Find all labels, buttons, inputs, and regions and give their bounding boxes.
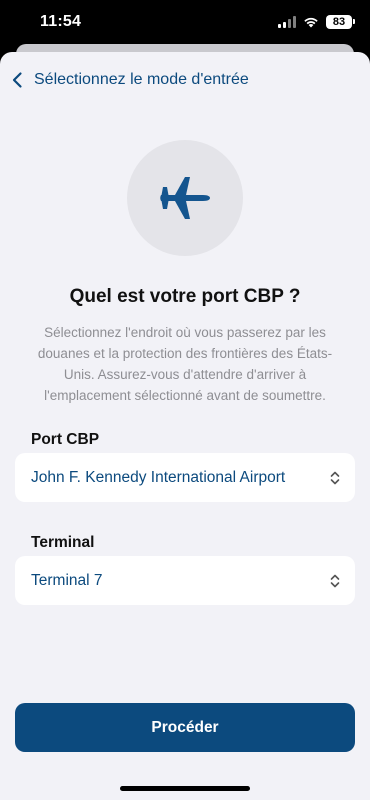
port-select-value: John F. Kennedy International Airport (31, 468, 286, 486)
cellular-signal-icon (278, 16, 296, 28)
battery-indicator: 83 (326, 15, 355, 29)
terminal-select[interactable]: Terminal 7 (15, 556, 355, 605)
chevron-left-icon (12, 72, 22, 88)
page-title: Quel est votre port CBP ? (69, 286, 301, 307)
page-description: Sélectionnez l'endroit où vous passerez … (37, 325, 333, 403)
status-icons: 83 (278, 15, 355, 29)
wifi-icon (304, 17, 318, 28)
port-select[interactable]: John F. Kennedy International Airport (15, 453, 355, 502)
port-field-label: Port CBP (31, 431, 100, 448)
home-indicator (120, 786, 250, 791)
back-button-label: Sélectionnez le mode d'entrée (34, 71, 249, 88)
terminal-select-value: Terminal 7 (31, 571, 103, 589)
back-button[interactable]: Sélectionnez le mode d'entrée (8, 70, 249, 90)
hero-icon-circle (127, 140, 243, 256)
chevron-updown-icon (330, 574, 340, 587)
airplane-icon (160, 177, 210, 219)
modal-sheet: Sélectionnez le mode d'entrée Quel est v… (0, 52, 370, 800)
terminal-field-label: Terminal (31, 534, 95, 551)
status-time: 11:54 (40, 13, 82, 30)
chevron-updown-icon (330, 471, 340, 484)
proceed-button[interactable]: Procéder (15, 703, 355, 752)
status-bar: 11:54 83 (0, 0, 370, 44)
